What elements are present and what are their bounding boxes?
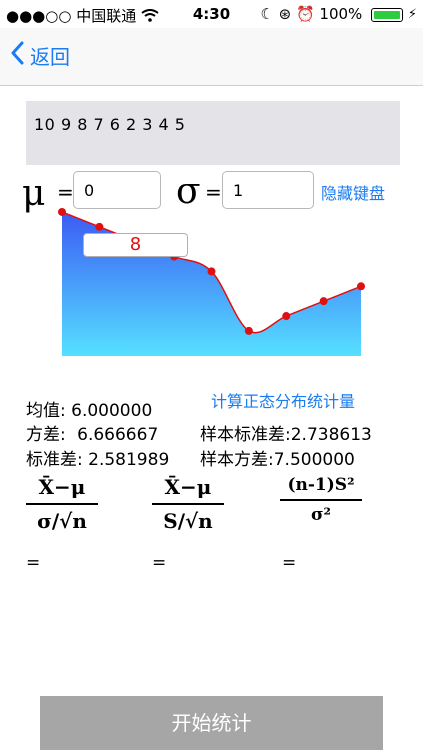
mean-label: 均值: — [26, 401, 66, 421]
navigation-bar: 返回 — [0, 28, 423, 86]
sample-std-label: 样本标准差: — [200, 425, 291, 445]
chart-data-point[interactable] — [319, 297, 328, 306]
sample-var-value: 7.500000 — [273, 450, 355, 470]
alarm-icon: ⏰ — [295, 5, 315, 23]
formula-t-numerator: X̄−μ — [164, 475, 212, 499]
sample-var-label: 样本方差: — [200, 450, 274, 470]
chart-data-point[interactable] — [95, 222, 104, 231]
formula-t-equals: = — [152, 553, 167, 573]
back-button[interactable]: 返回 — [10, 40, 70, 70]
chart-data-point[interactable] — [207, 267, 216, 276]
selected-value-box: 8 — [83, 233, 188, 257]
formula-t: X̄−μ S/√n — [152, 475, 224, 533]
formula-chi-equals: = — [282, 553, 297, 573]
variance-row: 方差: 6.666667 — [26, 420, 158, 445]
variance-label: 方差: — [26, 425, 66, 445]
std-value: 2.581989 — [88, 450, 170, 470]
formula-z-numerator: X̄−μ — [38, 475, 86, 499]
rotation-lock-icon: ⊛ — [278, 5, 292, 23]
formula-t-fraction-bar — [152, 503, 224, 505]
data-input-area[interactable]: 10 9 8 7 6 2 3 4 5 — [26, 101, 400, 165]
status-right: ☾ ⊛ ⏰ 100% ⚡ — [260, 5, 417, 23]
chart-data-point[interactable] — [282, 312, 291, 321]
back-label: 返回 — [30, 44, 70, 69]
sample-var-row: 样本方差:7.500000 — [200, 445, 355, 470]
sample-std-row: 样本标准差:2.738613 — [200, 420, 372, 445]
data-values[interactable]: 10 9 8 7 6 2 3 4 5 — [34, 115, 185, 134]
battery-percent: 100% — [319, 5, 363, 23]
mean-row: 均值: 6.000000 — [26, 396, 152, 421]
formula-z-denominator: σ/√n — [37, 509, 87, 533]
moon-icon: ☾ — [260, 5, 274, 23]
chevron-left-icon — [10, 41, 30, 70]
data-chart — [58, 207, 365, 356]
variance-value: 6.666667 — [77, 425, 159, 445]
formula-z-equals: = — [26, 553, 41, 573]
formula-chi-denominator: σ² — [311, 505, 331, 525]
charging-icon: ⚡ — [407, 7, 417, 22]
formula-chi-numerator: (n-1)S² — [287, 475, 355, 495]
chart-data-point[interactable] — [58, 207, 66, 216]
battery-icon — [371, 7, 404, 22]
formula-z: X̄−μ σ/√n — [26, 475, 98, 533]
chart-data-point[interactable] — [244, 326, 253, 335]
calculate-stats-link[interactable]: 计算正态分布统计量 — [211, 388, 355, 412]
std-row: 标准差: 2.581989 — [26, 445, 169, 470]
chart-data-point[interactable] — [357, 282, 365, 291]
mean-value: 6.000000 — [71, 401, 153, 421]
formula-t-denominator: S/√n — [163, 509, 213, 533]
start-statistics-button[interactable]: 开始统计 — [40, 696, 383, 750]
formula-z-fraction-bar — [26, 503, 98, 505]
std-label: 标准差: — [26, 450, 83, 470]
formula-chi: (n-1)S² σ² — [280, 475, 362, 525]
status-bar: ●●●○○ 中国联通 4:30 ☾ ⊛ ⏰ 100% ⚡ — [0, 0, 423, 28]
formula-chi-fraction-bar — [280, 499, 362, 501]
sample-std-value: 2.738613 — [290, 425, 372, 445]
